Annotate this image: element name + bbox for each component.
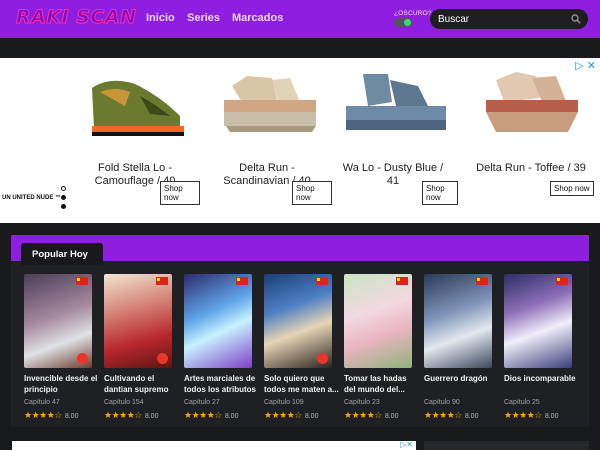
series-cover[interactable] — [24, 274, 92, 368]
series-title[interactable]: Artes marciales de todos los atributos — [184, 373, 259, 395]
search-box — [430, 9, 588, 29]
ad-brand-logo: UN UNITED NUDE ™ — [2, 195, 62, 201]
nav-inicio[interactable]: Inicio — [146, 12, 175, 24]
series-title[interactable]: Invencible desde el principio — [24, 373, 99, 395]
ad-close-icon[interactable]: ▷✕ — [400, 440, 413, 449]
shop-now-button[interactable]: Shop now — [160, 181, 200, 205]
shoe-image — [486, 72, 578, 132]
rating-score: 8.00 — [464, 413, 479, 420]
popular-section: Popular Hoy Invencible desde el principi… — [11, 235, 589, 427]
bottom-ad-banner[interactable]: ▷✕ — [12, 440, 416, 450]
china-flag-icon — [476, 277, 488, 285]
china-flag-icon — [316, 277, 328, 285]
shop-now-button[interactable]: Shop now — [550, 181, 594, 196]
rating: ★★★★☆ 8.00 — [184, 411, 239, 421]
chapter-link[interactable]: Capítulo 27 — [184, 399, 220, 406]
rating-score: 8.00 — [64, 413, 79, 420]
toggle-knob — [404, 19, 411, 26]
ad-product[interactable]: Delta Run - Scandinavian / 40 Shop now — [212, 66, 332, 216]
rating-score: 8.00 — [144, 413, 159, 420]
sidebar-widget — [424, 441, 589, 450]
nav-series[interactable]: Series — [187, 12, 220, 24]
hot-icon — [157, 353, 168, 364]
series-cover[interactable] — [344, 274, 412, 368]
ad-product[interactable]: Delta Run - Toffee / 39 Shop now — [476, 66, 596, 216]
series-cover[interactable] — [104, 274, 172, 368]
chapter-link[interactable]: Capítulo 23 — [344, 399, 380, 406]
rating: ★★★★☆ 8.00 — [424, 411, 479, 421]
shop-now-button[interactable]: Shop now — [292, 181, 332, 205]
carousel-dot[interactable] — [61, 195, 66, 200]
series-title[interactable]: Dios incomparable — [504, 373, 579, 384]
china-flag-icon — [76, 277, 88, 285]
rating: ★★★★☆ 8.00 — [264, 411, 319, 421]
rating-score: 8.00 — [544, 413, 559, 420]
dark-mode-label: ¿OSCURO? — [394, 10, 432, 17]
series-cover[interactable] — [504, 274, 572, 368]
shop-now-button[interactable]: Shop now — [422, 181, 458, 205]
ad-product[interactable]: Wa Lo - Dusty Blue / 41 Shop now — [338, 66, 458, 216]
top-navbar: RAKI SCAN Inicio Series Marcados ¿OSCURO… — [0, 0, 600, 38]
rating: ★★★★☆ 8.00 — [504, 411, 559, 421]
series-card[interactable]: Dios incomparable Capítulo 25 ★★★★☆ 8.00 — [504, 274, 576, 424]
series-card[interactable]: Invencible desde el principio Capítulo 4… — [24, 274, 97, 424]
series-card[interactable]: Solo quiero que todos me maten a... Capí… — [264, 274, 339, 424]
carousel-dot[interactable] — [61, 186, 66, 191]
hot-icon — [77, 353, 88, 364]
section-header: Popular Hoy — [11, 235, 589, 265]
section-title: Popular Hoy — [32, 249, 88, 260]
nav-marcados[interactable]: Marcados — [232, 12, 283, 24]
chapter-link[interactable]: Capítulo 25 — [504, 399, 540, 406]
chapter-link[interactable]: Capítulo 90 — [424, 399, 460, 406]
product-name[interactable]: Delta Run - Toffee / 39 — [476, 162, 586, 175]
carousel-dot[interactable] — [61, 204, 66, 209]
series-title[interactable]: Cultivando el dantian supremo — [104, 373, 179, 395]
series-cover[interactable] — [184, 274, 252, 368]
china-flag-icon — [156, 277, 168, 285]
china-flag-icon — [556, 277, 568, 285]
series-title[interactable]: Solo quiero que todos me maten a... — [264, 373, 339, 395]
search-input[interactable] — [438, 12, 568, 26]
section-tab[interactable]: Popular Hoy — [21, 243, 103, 265]
series-title[interactable]: Tomar las hadas del mundo del... — [344, 373, 419, 395]
series-title[interactable]: Guerrero dragón — [424, 373, 499, 384]
rating-score: 8.00 — [384, 413, 399, 420]
china-flag-icon — [396, 277, 408, 285]
ad-banner[interactable]: ▷ ✕ UN UNITED NUDE ™ Fold Stella Lo - Ca… — [0, 58, 600, 223]
ad-carousel-dots[interactable] — [61, 186, 66, 213]
series-cover[interactable] — [264, 274, 332, 368]
series-card[interactable]: Guerrero dragón Capítulo 90 ★★★★☆ 8.00 — [424, 274, 492, 424]
shoe-image — [224, 76, 316, 132]
search-icon[interactable] — [571, 14, 581, 24]
chapter-link[interactable]: Capítulo 109 — [264, 399, 304, 406]
site-logo[interactable]: RAKI SCAN — [15, 6, 136, 29]
rating: ★★★★☆ 8.00 — [24, 411, 79, 421]
chapter-link[interactable]: Capítulo 154 — [104, 399, 144, 406]
shoe-image — [92, 80, 184, 136]
series-card[interactable]: Artes marciales de todos los atributos C… — [184, 274, 256, 424]
dark-mode-toggle[interactable] — [394, 18, 412, 27]
series-cover[interactable] — [424, 274, 492, 368]
ad-product[interactable]: Fold Stella Lo - Camouflage / 40 Shop no… — [80, 66, 200, 216]
china-flag-icon — [236, 277, 248, 285]
rating-score: 8.00 — [304, 413, 319, 420]
rating-score: 8.00 — [224, 413, 239, 420]
series-card[interactable]: Cultivando el dantian supremo Capítulo 1… — [104, 274, 172, 424]
shoe-image — [346, 74, 446, 130]
hot-icon — [317, 353, 328, 364]
rating: ★★★★☆ 8.00 — [104, 411, 159, 421]
series-card[interactable]: Tomar las hadas del mundo del... Capítul… — [344, 274, 412, 424]
rating: ★★★★☆ 8.00 — [344, 411, 399, 421]
chapter-link[interactable]: Capítulo 47 — [24, 399, 60, 406]
